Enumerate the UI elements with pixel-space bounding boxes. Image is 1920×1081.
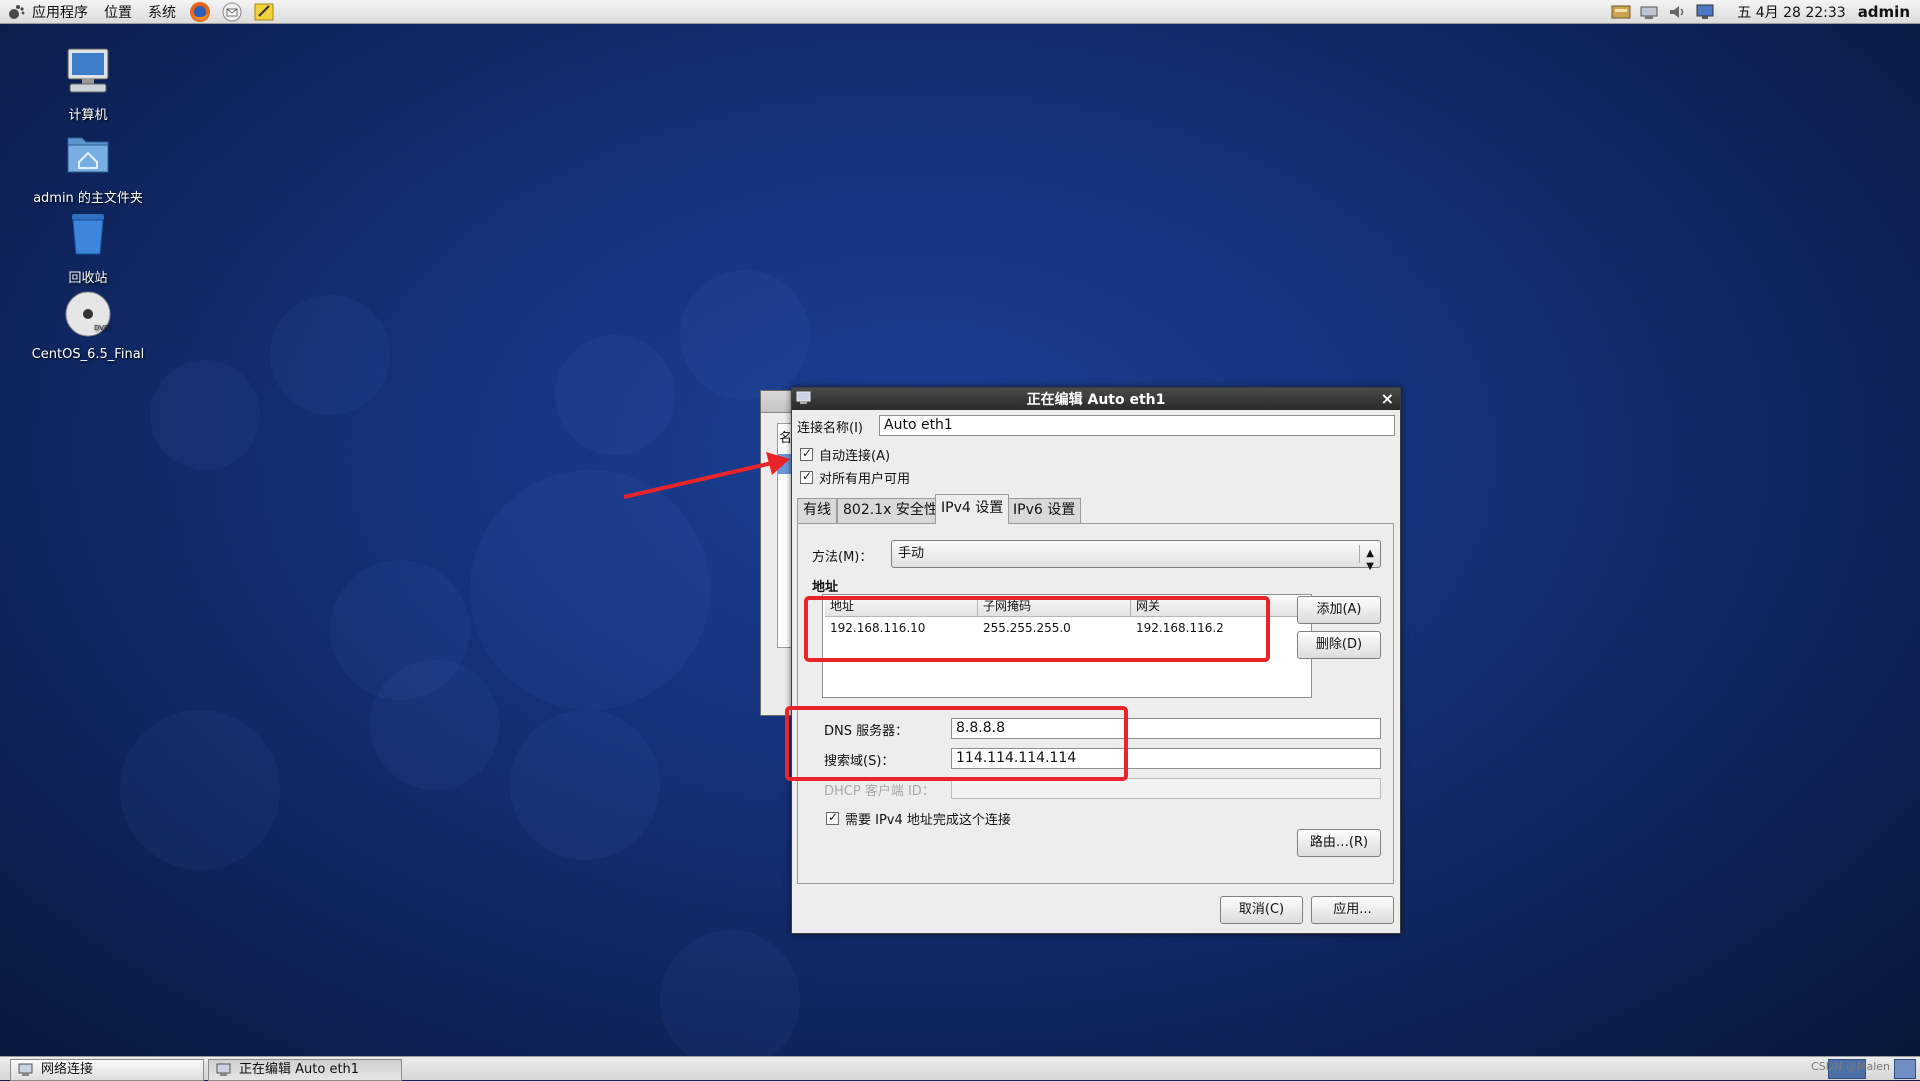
notes-icon	[254, 3, 274, 20]
address-table[interactable]: 地址 子网掩码 网关 192.168.116.10 255.255.255.0 …	[822, 594, 1312, 698]
clock[interactable]: 五 4月 28 22:33	[1737, 2, 1845, 22]
all-users-label: 对所有用户可用	[819, 472, 911, 487]
trash-icon	[72, 214, 104, 255]
desktop-computer[interactable]: 计算机	[8, 45, 168, 123]
cell-gateway[interactable]: 192.168.116.2	[1131, 619, 1224, 637]
notes-launcher[interactable]	[252, 0, 276, 24]
user-name[interactable]: admin	[1858, 3, 1910, 21]
network-icon	[216, 1063, 231, 1076]
desktop-home-folder-label: admin 的主文件夹	[33, 191, 143, 206]
gnome-foot-icon	[9, 4, 25, 19]
desktop-dvd-label: CentOS_6.5_Final	[31, 347, 145, 362]
display-icon[interactable]	[1694, 3, 1716, 21]
firefox-launcher[interactable]	[188, 0, 212, 24]
desktop-dvd[interactable]: DVD CentOS_6.5_Final	[8, 288, 168, 362]
add-button[interactable]: 添加(A)	[1297, 596, 1381, 624]
desktop-trash[interactable]: 回收站	[8, 208, 168, 286]
auto-connect-check-icon	[800, 446, 813, 461]
routes-button[interactable]: 路由…(R)	[1297, 829, 1381, 857]
workspace-switcher-2[interactable]	[1894, 1059, 1916, 1079]
method-label: 方法(M)：	[812, 550, 873, 565]
column-header-address[interactable]: 地址	[825, 597, 978, 617]
network-icon[interactable]	[1638, 3, 1660, 21]
tab-ipv4-settings[interactable]: IPv4 设置	[935, 494, 1010, 524]
require-ipv4-check-icon	[826, 810, 839, 825]
method-value: 手动	[898, 546, 925, 561]
dvd-icon: DVD	[65, 291, 111, 337]
address-section-label: 地址	[812, 580, 839, 595]
places-menu-label: 位置	[104, 4, 132, 21]
places-menu[interactable]: 位置	[96, 0, 140, 24]
watermark: CSDN @Malen	[1811, 1060, 1890, 1073]
firefox-icon	[190, 1, 210, 22]
applications-menu-label: 应用程序	[32, 4, 88, 21]
search-domains-label: 搜索域(S)：	[824, 754, 895, 769]
all-users-checkbox[interactable]: 对所有用户可用	[800, 468, 910, 487]
cancel-button[interactable]: 取消(C)	[1220, 896, 1303, 924]
require-ipv4-checkbox[interactable]: 需要 IPv4 地址完成这个连接	[826, 809, 1011, 828]
network-icon	[796, 391, 811, 404]
column-header-gateway[interactable]: 网关	[1131, 597, 1309, 617]
tab-wired[interactable]: 有线	[797, 498, 837, 523]
desktop-computer-label: 计算机	[68, 108, 108, 123]
all-users-check-icon	[800, 469, 813, 484]
connection-name-input[interactable]: Auto eth1	[879, 415, 1395, 436]
task-edit-connection-label: 正在编辑 Auto eth1	[239, 1062, 360, 1077]
delete-button[interactable]: 删除(D)	[1297, 631, 1381, 659]
computer-icon	[67, 48, 109, 93]
network-icon	[18, 1063, 33, 1076]
dns-servers-input[interactable]: 8.8.8.8	[951, 718, 1381, 739]
ipv4-settings-panel: 方法(M)： 手动 ▲ ▼ 地址 地址 子网掩码 网关 192.168.116.1…	[797, 523, 1394, 884]
system-menu-label: 系统	[148, 4, 176, 21]
home-folder-icon	[67, 137, 109, 173]
edit-connection-dialog: 正在编辑 Auto eth1 × 连接名称(I) Auto eth1 自动连接(…	[791, 387, 1401, 934]
desktop-home-folder[interactable]: admin 的主文件夹	[8, 128, 168, 206]
apply-button[interactable]: 应用...	[1311, 896, 1394, 924]
dialog-title: 正在编辑 Auto eth1	[1026, 392, 1166, 408]
dhcp-client-id-input	[951, 778, 1381, 799]
annotation-arrow	[623, 452, 790, 499]
auto-connect-label: 自动连接(A)	[819, 449, 891, 464]
tab-ipv6-settings[interactable]: IPv6 设置	[1007, 498, 1082, 523]
desktop-trash-label: 回收站	[68, 271, 108, 286]
task-network-connections-label: 网络连接	[41, 1062, 94, 1077]
up-down-arrow-icon: ▲ ▼	[1366, 548, 1374, 572]
bottom-taskbar: 网络连接 正在编辑 Auto eth1 CSDN @Malen	[0, 1056, 1920, 1081]
column-header-netmask[interactable]: 子网掩码	[978, 597, 1131, 617]
dhcp-client-id-label: DHCP 客户端 ID：	[824, 784, 935, 799]
cell-netmask[interactable]: 255.255.255.0	[978, 619, 1071, 637]
top-panel: 应用程序 位置 系统 五 4月 28 22:33 admin	[0, 0, 1920, 24]
require-ipv4-label: 需要 IPv4 地址完成这个连接	[845, 813, 1011, 828]
cell-address[interactable]: 192.168.116.10	[825, 619, 925, 637]
connection-name-label: 连接名称(I)	[797, 421, 863, 436]
volume-icon[interactable]	[1666, 3, 1688, 21]
mail-launcher[interactable]	[220, 0, 244, 24]
update-icon[interactable]	[1610, 3, 1632, 21]
search-domains-input[interactable]: 114.114.114.114	[951, 748, 1381, 769]
system-menu[interactable]: 系统	[140, 0, 184, 24]
auto-connect-checkbox[interactable]: 自动连接(A)	[800, 445, 890, 464]
system-tray: 五 4月 28 22:33 admin	[1607, 0, 1920, 24]
method-select[interactable]: 手动 ▲ ▼	[891, 540, 1381, 572]
mail-icon	[222, 2, 242, 21]
svg-text:DVD: DVD	[94, 324, 109, 332]
close-icon[interactable]: ×	[1381, 389, 1394, 408]
tab-8021x-security[interactable]: 802.1x 安全性	[837, 498, 944, 523]
applications-menu[interactable]: 应用程序	[0, 0, 96, 24]
task-edit-connection[interactable]: 正在编辑 Auto eth1	[208, 1059, 402, 1081]
dialog-titlebar[interactable]: 正在编辑 Auto eth1 ×	[792, 388, 1400, 410]
method-select-divider	[1359, 545, 1360, 563]
task-network-connections[interactable]: 网络连接	[10, 1059, 204, 1081]
dns-servers-label: DNS 服务器：	[824, 724, 909, 739]
